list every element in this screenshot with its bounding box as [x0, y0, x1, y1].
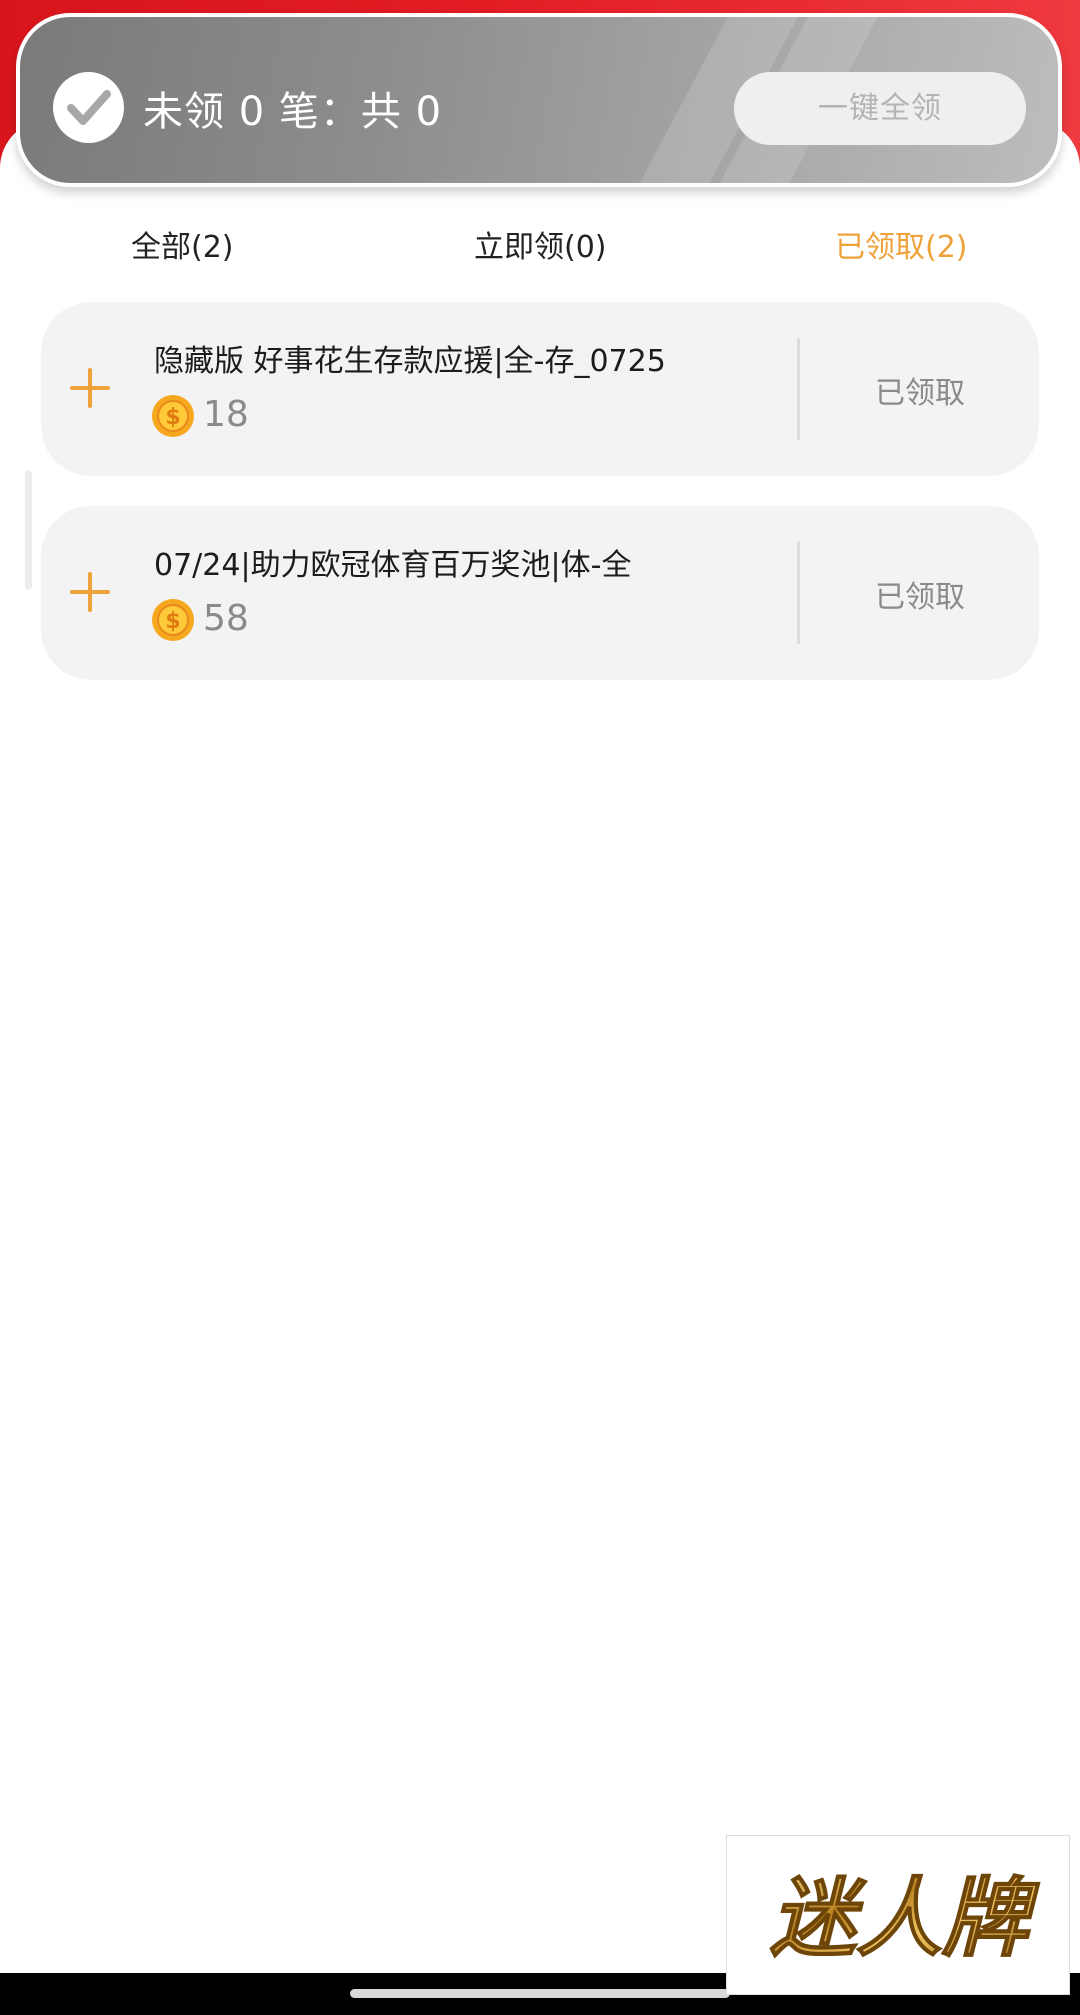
watermark-logo: 迷人牌 [726, 1835, 1070, 1995]
divider [797, 338, 800, 440]
divider [797, 542, 800, 644]
plus-icon [70, 368, 110, 408]
reward-title: 隐藏版 好事花生存款应援|全-存_0725 [154, 344, 666, 379]
watermark-text: 迷人牌 [770, 1869, 1040, 1969]
coin-icon: $ [152, 395, 194, 437]
reward-card[interactable]: 隐藏版 好事花生存款应援|全-存_0725 $ 18 已领取 [41, 302, 1039, 476]
reward-card[interactable]: 07/24|助力欧冠体育百万奖池|体-全 $ 58 已领取 [41, 506, 1039, 680]
coin-icon: $ [152, 599, 194, 641]
tab-claimed[interactable]: 已领取(2) [835, 222, 968, 266]
svg-text:$: $ [165, 609, 180, 634]
summary-card: 未领 0 笔：共 0 一键全领 [16, 13, 1062, 187]
plus-icon [70, 572, 110, 612]
claim-all-button[interactable]: 一键全领 [734, 72, 1026, 145]
tab-claim-now[interactable]: 立即领(0) [474, 222, 607, 266]
claimed-status: 已领取 [875, 580, 965, 615]
claimed-status: 已领取 [875, 376, 965, 411]
select-all-check-icon[interactable] [53, 72, 124, 143]
reward-title: 07/24|助力欧冠体育百万奖池|体-全 [154, 548, 632, 583]
reward-amount: 58 [203, 598, 249, 639]
tab-all[interactable]: 全部(2) [131, 222, 234, 266]
svg-text:$: $ [165, 405, 180, 430]
home-indicator[interactable] [350, 1989, 730, 1998]
reward-amount: 18 [203, 394, 249, 435]
pending-summary: 未领 0 笔：共 0 [143, 89, 443, 135]
scroll-indicator[interactable] [25, 470, 32, 590]
